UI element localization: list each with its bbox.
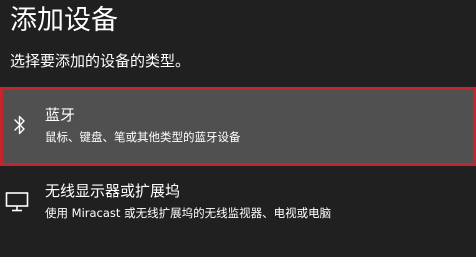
monitor-icon [4,190,30,214]
page-title: 添加设备 [10,5,118,36]
option-wireless-display-description: 使用 Miracast 或无线扩展坞的无线监视器、电视或电脑 [45,206,332,220]
option-bluetooth[interactable]: 蓝牙 鼠标、键盘、笔或其他类型的蓝牙设备 [0,87,476,166]
page-subtitle: 选择要添加的设备的类型。 [10,52,191,70]
option-wireless-display[interactable]: 无线显示器或扩展坞 使用 Miracast 或无线扩展坞的无线监视器、电视或电脑 [0,178,476,230]
bluetooth-icon [10,112,30,138]
option-wireless-display-title: 无线显示器或扩展坞 [45,182,181,200]
option-bluetooth-title: 蓝牙 [45,106,76,124]
option-bluetooth-description: 鼠标、键盘、笔或其他类型的蓝牙设备 [45,130,241,144]
